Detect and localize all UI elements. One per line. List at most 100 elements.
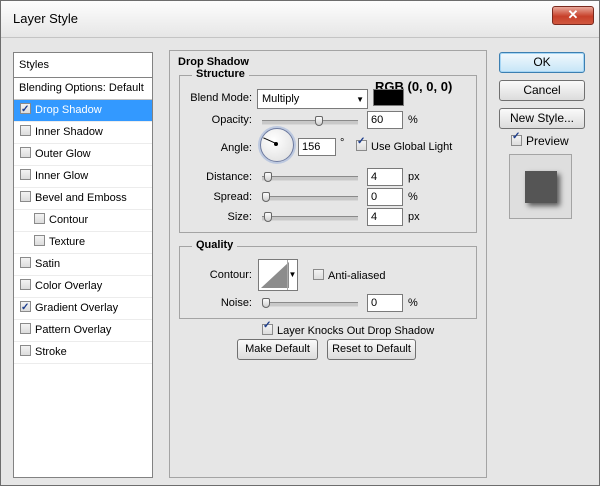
style-item-satin[interactable]: Satin bbox=[14, 254, 152, 276]
angle-dial-icon[interactable] bbox=[260, 128, 294, 162]
checkmark-icon bbox=[511, 131, 522, 146]
window-title: Layer Style bbox=[13, 11, 79, 26]
opacity-slider-thumb[interactable] bbox=[315, 116, 323, 126]
spread-label: Spread: bbox=[213, 191, 252, 203]
contour-picker[interactable]: ▼ bbox=[258, 259, 298, 291]
opacity-unit: % bbox=[408, 114, 418, 126]
distance-unit: px bbox=[408, 171, 420, 183]
style-item-label: Stroke bbox=[35, 346, 67, 358]
style-item-label: Texture bbox=[49, 236, 86, 248]
title-bar: Layer Style ✕ bbox=[1, 1, 599, 38]
checkmark-icon[interactable] bbox=[20, 279, 31, 290]
style-item-color-overlay[interactable]: Color Overlay bbox=[14, 276, 152, 298]
noise-input[interactable]: 0 bbox=[367, 294, 403, 312]
blend-mode-select[interactable]: Multiply ▼ bbox=[257, 89, 368, 109]
cancel-button[interactable]: Cancel bbox=[499, 80, 585, 101]
checkmark-icon[interactable] bbox=[20, 345, 31, 356]
checkmark-icon[interactable] bbox=[34, 235, 45, 246]
use-global-light-checkbox[interactable]: Use Global Light bbox=[356, 136, 453, 153]
spread-slider[interactable] bbox=[262, 192, 358, 202]
ok-button[interactable]: OK bbox=[499, 52, 585, 73]
style-item-drop-shadow[interactable]: Drop Shadow bbox=[14, 99, 152, 122]
checkmark-icon bbox=[262, 320, 273, 335]
close-button[interactable]: ✕ bbox=[552, 6, 594, 25]
style-item-label: Drop Shadow bbox=[35, 104, 102, 116]
style-item-label: Color Overlay bbox=[35, 280, 103, 292]
size-slider-thumb[interactable] bbox=[264, 212, 272, 222]
checkmark-icon bbox=[313, 269, 324, 280]
style-item-label: Inner Glow bbox=[35, 170, 89, 182]
size-label: Size: bbox=[227, 211, 252, 223]
style-item-label: Gradient Overlay bbox=[35, 302, 119, 314]
preview-checkbox[interactable]: Preview bbox=[511, 131, 569, 148]
style-item-contour[interactable]: Contour bbox=[14, 210, 152, 232]
close-icon: ✕ bbox=[567, 7, 579, 22]
size-slider[interactable] bbox=[262, 212, 358, 222]
style-item-stroke[interactable]: Stroke bbox=[14, 342, 152, 364]
checkmark-icon[interactable] bbox=[20, 169, 31, 180]
spread-input[interactable]: 0 bbox=[367, 188, 403, 206]
style-item-pattern-overlay[interactable]: Pattern Overlay bbox=[14, 320, 152, 342]
blend-mode-label: Blend Mode: bbox=[190, 92, 252, 104]
make-default-button[interactable]: Make Default bbox=[237, 339, 318, 360]
shadow-color-swatch[interactable] bbox=[373, 89, 404, 106]
style-item-texture[interactable]: Texture bbox=[14, 232, 152, 254]
anti-aliased-checkbox[interactable]: Anti-aliased bbox=[313, 269, 385, 282]
noise-slider[interactable] bbox=[262, 298, 358, 308]
angle-input[interactable]: 156 bbox=[298, 138, 336, 156]
style-item-label: Contour bbox=[49, 214, 89, 226]
opacity-slider[interactable] bbox=[262, 116, 358, 126]
quality-group: Quality Contour: ▼ Anti-aliased Noise: 0… bbox=[179, 239, 477, 319]
knocks-out-checkbox[interactable]: Layer Knocks Out Drop Shadow bbox=[262, 320, 435, 337]
noise-unit: % bbox=[408, 297, 418, 309]
structure-title: Structure bbox=[192, 68, 249, 80]
style-item-label: Outer Glow bbox=[35, 148, 91, 160]
distance-slider-thumb[interactable] bbox=[264, 172, 272, 182]
layer-style-dialog: Layer Style ✕ Styles Blending Options: D… bbox=[0, 0, 600, 486]
new-style-button[interactable]: New Style... bbox=[499, 108, 585, 129]
noise-slider-thumb[interactable] bbox=[262, 298, 270, 308]
noise-label: Noise: bbox=[220, 297, 252, 309]
checkmark-icon[interactable] bbox=[20, 257, 31, 268]
checkmark-icon bbox=[356, 136, 367, 151]
checkmark-icon[interactable] bbox=[20, 323, 31, 334]
preview-label: Preview bbox=[526, 134, 569, 148]
styles-list-header[interactable]: Styles bbox=[14, 53, 152, 78]
angle-label: Angle: bbox=[220, 142, 252, 154]
style-item-inner-shadow[interactable]: Inner Shadow bbox=[14, 122, 152, 144]
opacity-input[interactable]: 60 bbox=[367, 111, 403, 129]
reset-to-default-button[interactable]: Reset to Default bbox=[327, 339, 416, 360]
style-item-label: Satin bbox=[35, 258, 61, 270]
checkmark-icon[interactable] bbox=[20, 191, 31, 202]
checkmark-icon[interactable] bbox=[20, 297, 31, 318]
angle-unit: ° bbox=[340, 137, 345, 149]
distance-slider[interactable] bbox=[262, 172, 358, 182]
checkmark-icon[interactable] bbox=[20, 99, 31, 120]
chevron-down-icon: ▼ bbox=[356, 95, 364, 104]
style-item-inner-glow[interactable]: Inner Glow bbox=[14, 166, 152, 188]
style-item-outer-glow[interactable]: Outer Glow bbox=[14, 144, 152, 166]
contour-label: Contour: bbox=[209, 269, 252, 281]
style-item-gradient-overlay[interactable]: Gradient Overlay bbox=[14, 297, 152, 320]
drop-shadow-panel: Drop Shadow Structure RGB (0, 0, 0) Blen… bbox=[169, 50, 487, 478]
opacity-label: Opacity: bbox=[211, 114, 252, 126]
spread-unit: % bbox=[408, 191, 418, 203]
knocks-out-label: Layer Knocks Out Drop Shadow bbox=[277, 325, 435, 337]
structure-group: Structure RGB (0, 0, 0) Blend Mode: Mult… bbox=[179, 68, 477, 233]
blending-options-item[interactable]: Blending Options: Default bbox=[14, 78, 152, 100]
checkmark-icon[interactable] bbox=[20, 147, 31, 158]
preview-swatch bbox=[525, 171, 557, 203]
style-item-label: Bevel and Emboss bbox=[35, 192, 127, 204]
chevron-down-icon[interactable]: ▼ bbox=[287, 260, 297, 290]
use-global-light-label: Use Global Light bbox=[371, 141, 453, 153]
style-item-label: Inner Shadow bbox=[35, 126, 103, 138]
style-item-bevel-and-emboss[interactable]: Bevel and Emboss bbox=[14, 188, 152, 210]
size-input[interactable]: 4 bbox=[367, 208, 403, 226]
blend-mode-value: Multiply bbox=[262, 93, 300, 105]
spread-slider-thumb[interactable] bbox=[262, 192, 270, 202]
distance-input[interactable]: 4 bbox=[367, 168, 403, 186]
checkmark-icon[interactable] bbox=[20, 125, 31, 136]
contour-curve-icon bbox=[261, 262, 289, 288]
checkmark-icon[interactable] bbox=[34, 213, 45, 224]
angle-dial-center bbox=[274, 142, 278, 146]
